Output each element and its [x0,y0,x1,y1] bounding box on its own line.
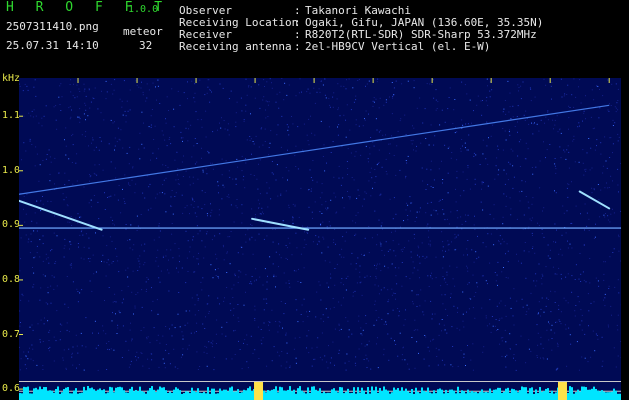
drifting-trace [19,104,610,195]
timestamp: 25.07.31 14:10 [6,39,99,52]
spectrogram-plot [19,78,621,400]
y-tick-label: 0.9 [2,219,21,231]
y-tick-label: 1.0 [2,164,21,176]
spectrogram [19,78,621,400]
y-tick-label: 0.7 [2,328,21,340]
noise-layer [19,78,621,371]
level-peak [254,382,264,400]
level-bar [19,386,621,400]
meteor-label: meteor [123,25,163,38]
antenna-label: Receiving antenna [179,40,292,53]
y-tick-label: 1.1 [2,110,21,122]
meteor-echo [578,190,611,210]
y-axis-unit: kHz [2,73,21,84]
meteor-echo [19,199,103,231]
y-tick-label: 0.8 [2,273,21,285]
app-version: 1.0.0 [128,4,159,15]
level-peak [557,382,567,400]
antenna-value: 2el-HB9CV Vertical (el. E-W) [305,40,491,53]
y-tick-label: 0.6 [2,383,21,395]
file-name: 2507311410.png [6,20,99,33]
info-colon: : [294,40,301,53]
meteor-count: 32 [139,39,153,52]
